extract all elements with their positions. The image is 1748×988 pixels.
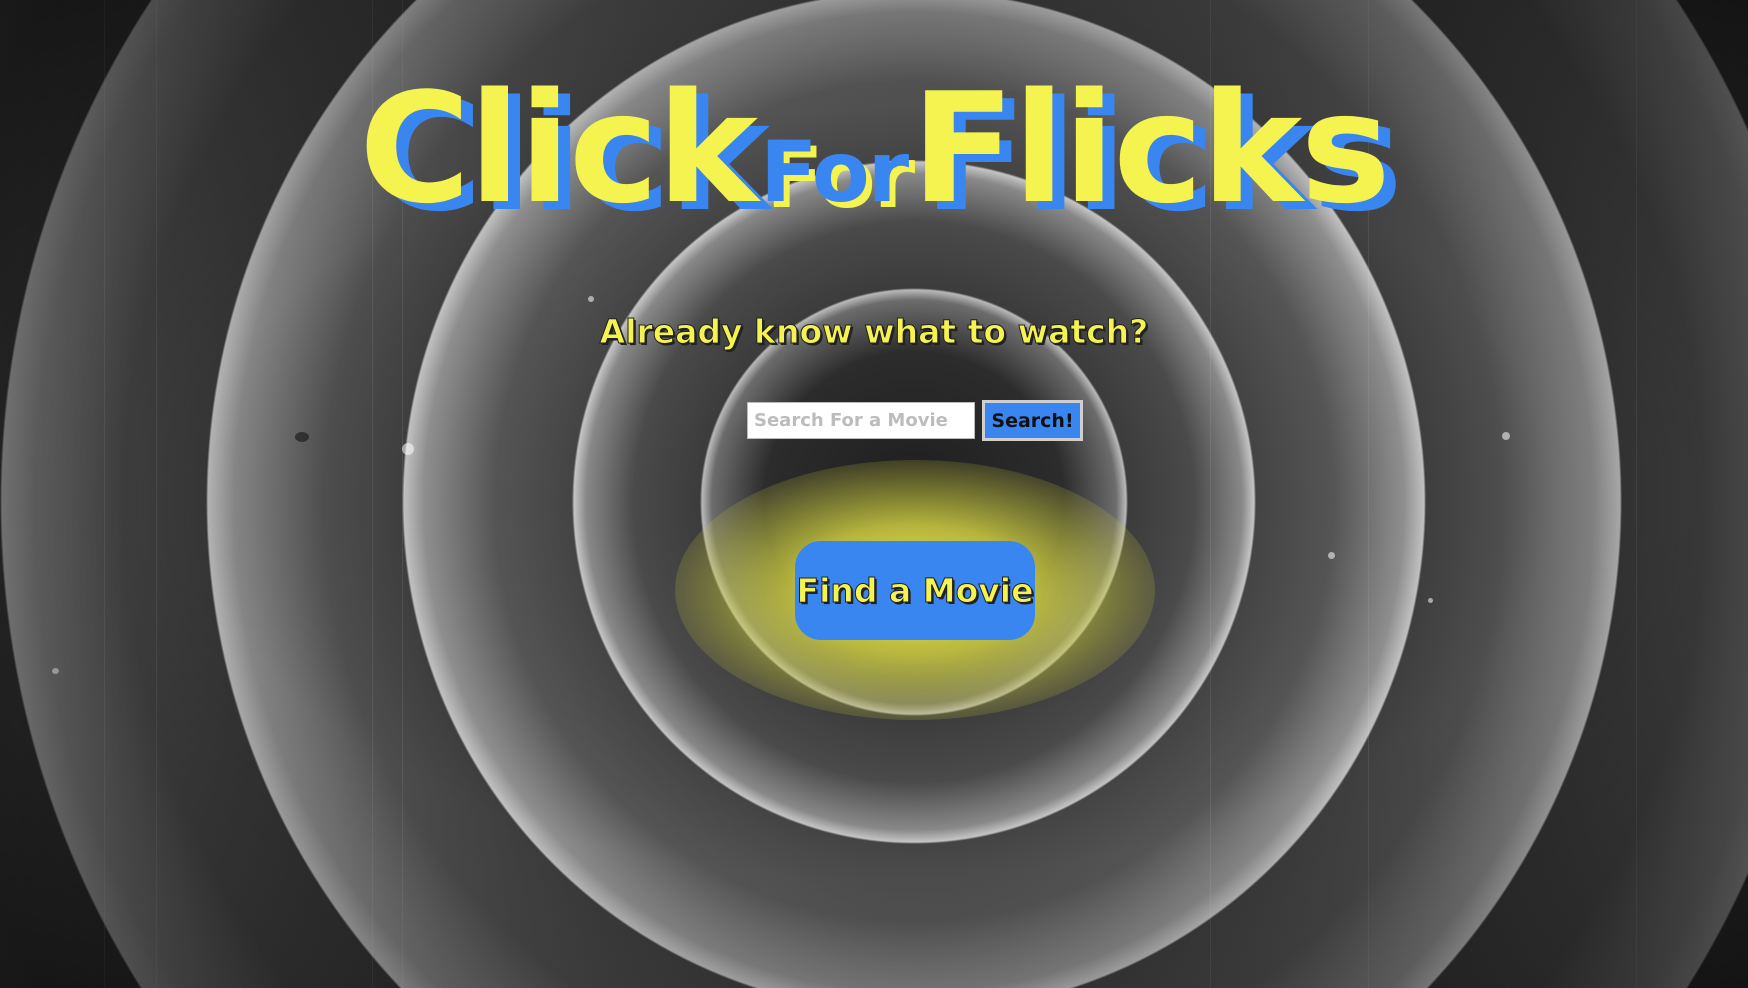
logo-text-flicks: Flicks <box>911 60 1391 237</box>
film-speck <box>402 443 414 455</box>
film-speck <box>1502 432 1510 440</box>
film-speck <box>588 296 594 302</box>
page-background: ClickForFlicks Already know what to watc… <box>0 0 1748 988</box>
tagline-heading: Already know what to watch? <box>599 312 1149 352</box>
logo-text-click: Click <box>359 60 758 237</box>
film-speck <box>52 668 59 674</box>
film-speck <box>295 432 309 442</box>
film-speck <box>1328 552 1335 559</box>
film-speck <box>1428 598 1433 603</box>
search-input[interactable] <box>747 402 975 439</box>
search-form: Search! <box>747 400 1083 441</box>
search-button[interactable]: Search! <box>982 400 1083 441</box>
logo-text-for: For <box>760 123 909 221</box>
find-movie-button[interactable]: Find a Movie <box>795 541 1035 640</box>
site-logo[interactable]: ClickForFlicks <box>0 60 1748 237</box>
